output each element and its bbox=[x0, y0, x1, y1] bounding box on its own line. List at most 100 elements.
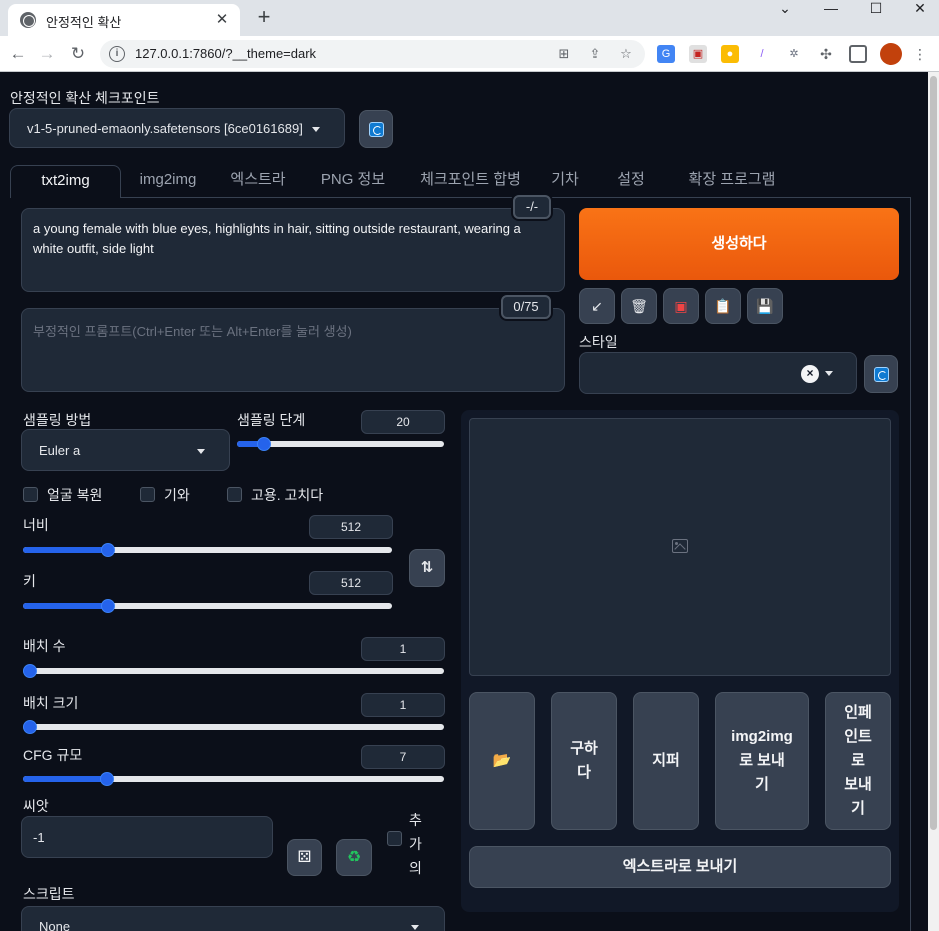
prompt-text[interactable]: a young female with blue eyes, highlight… bbox=[33, 219, 553, 259]
styles-select[interactable]: × bbox=[579, 352, 857, 394]
refresh-styles-button[interactable] bbox=[864, 355, 898, 393]
swap-dimensions-button[interactable]: ⇅ bbox=[409, 549, 445, 587]
address-bar[interactable]: i 127.0.0.1:7860/?__theme=dark ⊞ ⇪ ☆ bbox=[100, 40, 645, 68]
seed-value[interactable]: -1 bbox=[33, 830, 45, 845]
batch-count-label: 배치 수 bbox=[23, 638, 66, 654]
maximize-button[interactable]: ☐ bbox=[853, 0, 899, 16]
checkpoint-value: v1-5-pruned-emaonly.safetensors [6ce0161… bbox=[27, 121, 303, 136]
translate-icon[interactable]: ⊞ bbox=[555, 45, 573, 63]
menu-kebab-icon[interactable]: ⋮ bbox=[911, 45, 929, 63]
slider-knob[interactable] bbox=[23, 664, 37, 678]
feather-extension-icon[interactable]: / bbox=[753, 45, 771, 63]
extra-networks-button[interactable]: ▣ bbox=[663, 288, 699, 324]
tab-png-info[interactable]: PNG 정보 bbox=[301, 165, 405, 198]
cfg-scale-label: CFG 규모 bbox=[23, 747, 83, 763]
clear-prompt-button[interactable]: 🗑 bbox=[621, 288, 657, 324]
tab-txt2img[interactable]: txt2img bbox=[10, 165, 121, 198]
seed-input[interactable]: -1 bbox=[21, 816, 273, 858]
browser-tab[interactable]: 안정적인 확산 ✕ bbox=[8, 4, 240, 36]
cfg-scale-input[interactable]: 7 bbox=[361, 745, 445, 769]
puzzle-extensions-icon[interactable]: ✣ bbox=[817, 45, 835, 63]
gallery-extension-icon[interactable]: ▣ bbox=[689, 45, 707, 63]
sidebar-icon[interactable] bbox=[849, 45, 867, 63]
save-button[interactable]: 구하 다 bbox=[551, 692, 617, 830]
reuse-seed-button[interactable]: ♻ bbox=[336, 839, 372, 876]
info-icon[interactable]: i bbox=[109, 46, 125, 62]
batch-size-input[interactable]: 1 bbox=[361, 693, 445, 717]
height-slider[interactable] bbox=[23, 598, 392, 614]
prompt-textarea[interactable]: a young female with blue eyes, highlight… bbox=[21, 208, 565, 292]
read-params-button[interactable]: ↙ bbox=[579, 288, 615, 324]
slider-knob[interactable] bbox=[100, 599, 115, 613]
zip-button[interactable]: 지퍼 bbox=[633, 692, 699, 830]
hires-fix-checkbox[interactable] bbox=[227, 487, 242, 502]
batch-count-slider[interactable] bbox=[23, 663, 444, 679]
tab-train[interactable]: 기차 bbox=[536, 165, 594, 198]
height-input[interactable]: 512 bbox=[309, 571, 393, 595]
restore-faces-checkbox[interactable] bbox=[23, 487, 38, 502]
bookmark-star-icon[interactable]: ☆ bbox=[617, 45, 635, 63]
main-tabs: txt2img img2img 엑스트라 PNG 정보 체크포인트 합병 기차 … bbox=[10, 165, 910, 198]
profile-avatar[interactable] bbox=[880, 43, 902, 65]
send-to-img2img-button[interactable]: img2img 로 보내 기 bbox=[715, 692, 809, 830]
page-scrollbar[interactable] bbox=[928, 72, 939, 931]
tab-extras[interactable]: 엑스트라 bbox=[215, 165, 301, 198]
sampling-method-select[interactable]: Euler a bbox=[21, 429, 230, 471]
slider-knob[interactable] bbox=[100, 543, 115, 557]
checkpoint-select[interactable]: v1-5-pruned-emaonly.safetensors [6ce0161… bbox=[9, 108, 345, 148]
extra-seed-checkbox[interactable] bbox=[387, 831, 402, 846]
cfg-scale-slider[interactable] bbox=[23, 771, 444, 787]
grey-extension-icon[interactable]: ✲ bbox=[785, 45, 803, 63]
back-button[interactable]: ← bbox=[6, 42, 30, 66]
batch-count-input[interactable]: 1 bbox=[361, 637, 445, 661]
apply-style-button[interactable]: 📋 bbox=[705, 288, 741, 324]
url-text[interactable]: 127.0.0.1:7860/?__theme=dark bbox=[135, 46, 316, 61]
tab-extensions[interactable]: 확장 프로그램 bbox=[668, 165, 796, 198]
share-icon[interactable]: ⇪ bbox=[586, 45, 604, 63]
width-slider[interactable] bbox=[23, 542, 392, 558]
folder-icon: 📂 bbox=[492, 752, 512, 769]
refresh-icon bbox=[369, 122, 384, 137]
save-style-button[interactable]: 💾 bbox=[747, 288, 783, 324]
keep-extension-icon[interactable]: ● bbox=[721, 45, 739, 63]
generate-button[interactable]: 생성하다 bbox=[579, 208, 899, 280]
google-translate-extension-icon[interactable]: G bbox=[657, 45, 675, 63]
negative-prompt-placeholder[interactable]: 부정적인 프롬프트(Ctrl+Enter 또는 Alt+Enter를 눌러 생성… bbox=[33, 321, 352, 340]
batch-size-slider[interactable] bbox=[23, 719, 444, 735]
sampling-steps-input[interactable]: 20 bbox=[361, 410, 445, 434]
image-gallery[interactable] bbox=[469, 418, 891, 676]
forward-button[interactable]: → bbox=[35, 42, 59, 66]
random-seed-button[interactable]: ⚄ bbox=[287, 839, 322, 876]
prompt-toggle-button[interactable]: -/- bbox=[513, 195, 551, 219]
tab-settings[interactable]: 설정 bbox=[594, 165, 668, 198]
slider-knob[interactable] bbox=[100, 772, 115, 786]
sampling-steps-slider[interactable] bbox=[237, 436, 444, 452]
swap-arrows-icon: ⇅ bbox=[420, 559, 434, 576]
script-select[interactable]: None bbox=[21, 906, 445, 931]
tiling-checkbox[interactable] bbox=[140, 487, 155, 502]
width-input[interactable]: 512 bbox=[309, 515, 393, 539]
send-to-inpaint-button[interactable]: 인페 인트 로 보내 기 bbox=[825, 692, 891, 830]
chevron-down-icon[interactable]: ⌄ bbox=[762, 0, 808, 16]
open-folder-button[interactable]: 📂 bbox=[469, 692, 535, 830]
send-to-extras-button[interactable]: 엑스트라로 보내기 bbox=[469, 846, 891, 888]
slider-knob[interactable] bbox=[256, 437, 271, 451]
close-window-button[interactable]: ✕ bbox=[897, 0, 939, 16]
new-tab-button[interactable]: + bbox=[252, 6, 276, 30]
slider-knob[interactable] bbox=[23, 720, 37, 734]
sampling-method-label: 샘플링 방법 bbox=[23, 412, 92, 428]
zip-label: 지퍼 bbox=[652, 752, 680, 769]
reload-button[interactable]: ↻ bbox=[66, 42, 90, 66]
negative-prompt-textarea[interactable]: 부정적인 프롬프트(Ctrl+Enter 또는 Alt+Enter를 눌러 생성… bbox=[21, 308, 565, 392]
panel-border bbox=[910, 197, 911, 931]
tab-img2img[interactable]: img2img bbox=[121, 165, 215, 198]
minimize-button[interactable]: — bbox=[808, 0, 854, 16]
clear-icon[interactable]: × bbox=[801, 365, 819, 383]
seed-label: 씨앗 bbox=[23, 798, 49, 814]
save-icon: 💾 bbox=[756, 298, 774, 314]
close-tab-icon[interactable]: ✕ bbox=[212, 10, 232, 30]
scrollbar-thumb[interactable] bbox=[930, 76, 937, 830]
send-to-img2img-label: img2img 로 보내 기 bbox=[731, 728, 793, 793]
tab-checkpoint-merger[interactable]: 체크포인트 합병 bbox=[405, 165, 536, 198]
refresh-checkpoint-button[interactable] bbox=[359, 110, 393, 148]
